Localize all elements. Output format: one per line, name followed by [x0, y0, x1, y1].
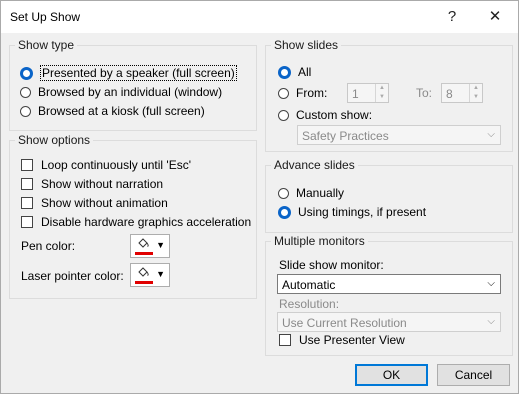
radio-selected-icon[interactable]	[20, 66, 33, 80]
check-use-presenter-view[interactable]: Use Presenter View	[279, 333, 405, 347]
title-bar: Set Up Show ? ✕	[1, 1, 518, 33]
cancel-button[interactable]: Cancel	[437, 364, 510, 386]
advance-slides-label: Advance slides	[271, 158, 358, 172]
radio-custom-show[interactable]: Custom show:	[278, 108, 372, 122]
checkbox-label: Use Presenter View	[299, 333, 405, 347]
laser-pointer-color-label: Laser pointer color:	[21, 269, 124, 283]
pen-color-button[interactable]: ▼	[130, 234, 170, 258]
close-button[interactable]: ✕	[480, 5, 510, 29]
radio-label: Browsed at a kiosk (full screen)	[38, 104, 205, 118]
checkbox-icon[interactable]	[279, 334, 291, 346]
radio-browsed-at-kiosk[interactable]: Browsed at a kiosk (full screen)	[20, 104, 205, 118]
radio-using-timings[interactable]: Using timings, if present	[278, 205, 426, 219]
paint-bucket-icon	[138, 267, 149, 277]
dropdown-arrow-icon: ▼	[156, 269, 165, 279]
check-disable-hw-acceleration[interactable]: Disable hardware graphics acceleration	[21, 215, 251, 229]
help-button[interactable]: ?	[437, 5, 467, 29]
setup-show-dialog: Set Up Show ? ✕ Show type Presented by a…	[0, 0, 519, 394]
radio-selected-icon[interactable]	[278, 205, 291, 219]
radio-label: Using timings, if present	[298, 205, 427, 219]
spin-arrows-icon[interactable]: ▲ ▼	[469, 84, 482, 102]
to-label: To:	[416, 86, 433, 100]
checkbox-label: Show without animation	[41, 196, 168, 210]
resolution-label: Resolution:	[279, 297, 340, 311]
to-slide-spinner[interactable]: 8 ▲ ▼	[441, 83, 483, 103]
dropdown-arrow-icon: ▼	[156, 240, 165, 250]
dialog-title: Set Up Show	[10, 10, 81, 24]
ok-button[interactable]: OK	[355, 364, 428, 386]
spin-arrows-icon[interactable]: ▲ ▼	[375, 84, 388, 102]
custom-show-value: Safety Practices	[302, 129, 389, 143]
laser-color-swatch	[135, 281, 153, 284]
radio-all-slides[interactable]: All	[278, 65, 311, 79]
radio-label: Presented by a speaker (full screen)	[40, 65, 237, 81]
from-value: 1	[352, 87, 359, 101]
checkbox-label: Show without narration	[41, 177, 164, 191]
radio-label: Custom show:	[296, 108, 373, 122]
radio-browsed-by-individual[interactable]: Browsed by an individual (window)	[20, 85, 222, 99]
chevron-down-icon: ⌵	[487, 129, 495, 140]
to-value: 8	[446, 87, 453, 101]
checkbox-icon[interactable]	[21, 178, 33, 190]
show-slides-label: Show slides	[271, 38, 342, 52]
check-loop-continuously[interactable]: Loop continuously until 'Esc'	[21, 158, 191, 172]
pen-color-swatch	[135, 252, 153, 255]
resolution-select[interactable]: Use Current Resolution ⌵	[277, 312, 501, 332]
radio-icon[interactable]	[278, 87, 289, 99]
check-without-animation[interactable]: Show without animation	[21, 196, 168, 210]
radio-label: From:	[296, 86, 328, 100]
radio-icon[interactable]	[278, 109, 289, 121]
radio-icon[interactable]	[20, 86, 31, 98]
radio-manually[interactable]: Manually	[278, 186, 344, 200]
radio-icon[interactable]	[20, 105, 31, 117]
resolution-value: Use Current Resolution	[282, 316, 407, 330]
slide-show-monitor-label: Slide show monitor:	[279, 258, 384, 272]
check-without-narration[interactable]: Show without narration	[21, 177, 163, 191]
from-slide-spinner[interactable]: 1 ▲ ▼	[347, 83, 389, 103]
radio-from-slide[interactable]: From:	[278, 86, 327, 100]
radio-label: Browsed by an individual (window)	[38, 85, 223, 99]
laser-pointer-color-button[interactable]: ▼	[130, 263, 170, 287]
slide-show-monitor-select[interactable]: Automatic ⌵	[277, 274, 501, 294]
show-type-label: Show type	[15, 38, 78, 52]
checkbox-icon[interactable]	[21, 159, 33, 171]
checkbox-icon[interactable]	[21, 197, 33, 209]
pen-color-label: Pen color:	[21, 239, 76, 253]
multiple-monitors-label: Multiple monitors	[271, 234, 368, 248]
paint-bucket-icon	[138, 238, 149, 248]
checkbox-label: Loop continuously until 'Esc'	[41, 158, 192, 172]
chevron-down-icon: ⌵	[487, 316, 495, 327]
radio-presented-by-speaker[interactable]: Presented by a speaker (full screen)	[20, 65, 237, 81]
radio-label: Manually	[296, 186, 345, 200]
custom-show-select[interactable]: Safety Practices ⌵	[297, 125, 501, 145]
checkbox-label: Disable hardware graphics acceleration	[41, 215, 252, 229]
radio-label: All	[298, 65, 312, 79]
radio-selected-icon[interactable]	[278, 65, 291, 79]
chevron-down-icon: ⌵	[487, 278, 495, 289]
radio-icon[interactable]	[278, 187, 289, 199]
checkbox-icon[interactable]	[21, 216, 33, 228]
monitor-value: Automatic	[282, 278, 336, 292]
show-options-label: Show options	[15, 133, 94, 147]
